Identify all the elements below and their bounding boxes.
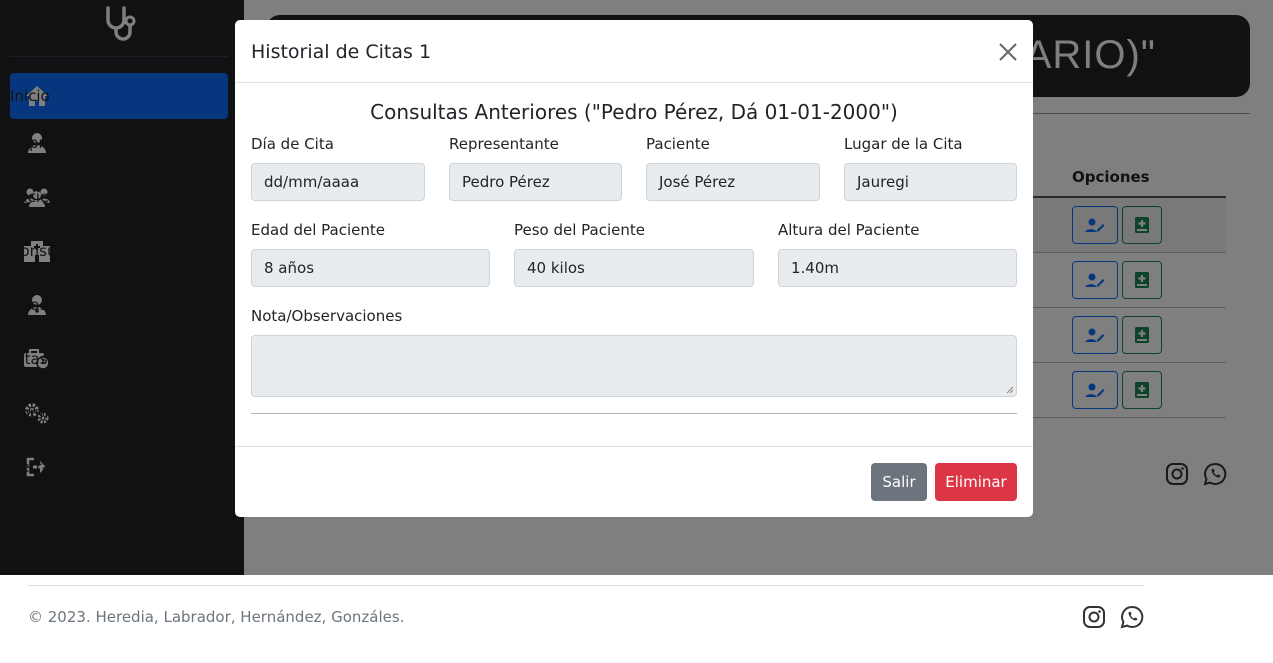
modal-header: Historial de Citas 1 — [235, 20, 1033, 83]
close-icon — [999, 43, 1017, 61]
peso-field[interactable]: 40 kilos — [514, 249, 754, 287]
modal-title: Historial de Citas 1 — [251, 41, 432, 63]
lugar-cita-field[interactable]: Jauregi — [844, 163, 1017, 201]
close-button[interactable] — [997, 41, 1019, 63]
history-modal: Historial de Citas 1 Consultas Anteriore… — [235, 20, 1033, 517]
representante-field[interactable]: Pedro Pérez — [449, 163, 622, 201]
section-title: Consultas Anteriores ("Pedro Pérez, Dá 0… — [370, 100, 898, 124]
peso-label: Peso del Paciente — [514, 221, 646, 239]
altura-field[interactable]: 1.40m — [778, 249, 1017, 287]
lugar-cita-label: Lugar de la Cita — [844, 135, 963, 153]
whatsapp-icon[interactable] — [1120, 605, 1144, 629]
altura-label: Altura del Paciente — [778, 221, 920, 239]
salir-button[interactable]: Salir — [871, 463, 927, 501]
eliminar-button[interactable]: Eliminar — [935, 463, 1017, 501]
modal-divider — [251, 413, 1017, 414]
footer-divider — [28, 585, 1144, 586]
nota-textarea[interactable] — [251, 335, 1017, 397]
representante-label: Representante — [449, 135, 559, 153]
modal-footer-divider — [235, 446, 1033, 447]
edad-label: Edad del Paciente — [251, 221, 385, 239]
footer-copyright: © 2023. Heredia, Labrador, Hernández, Go… — [28, 608, 405, 626]
dia-cita-field[interactable]: dd/mm/aaaa — [251, 163, 425, 201]
edad-field[interactable]: 8 años — [251, 249, 490, 287]
paciente-label: Paciente — [646, 135, 710, 153]
nota-label: Nota/Observaciones — [251, 307, 403, 325]
dia-cita-label: Día de Cita — [251, 135, 334, 153]
instagram-icon[interactable] — [1082, 605, 1106, 629]
paciente-field[interactable]: José Pérez — [646, 163, 820, 201]
resize-handle-icon[interactable] — [1006, 386, 1014, 394]
